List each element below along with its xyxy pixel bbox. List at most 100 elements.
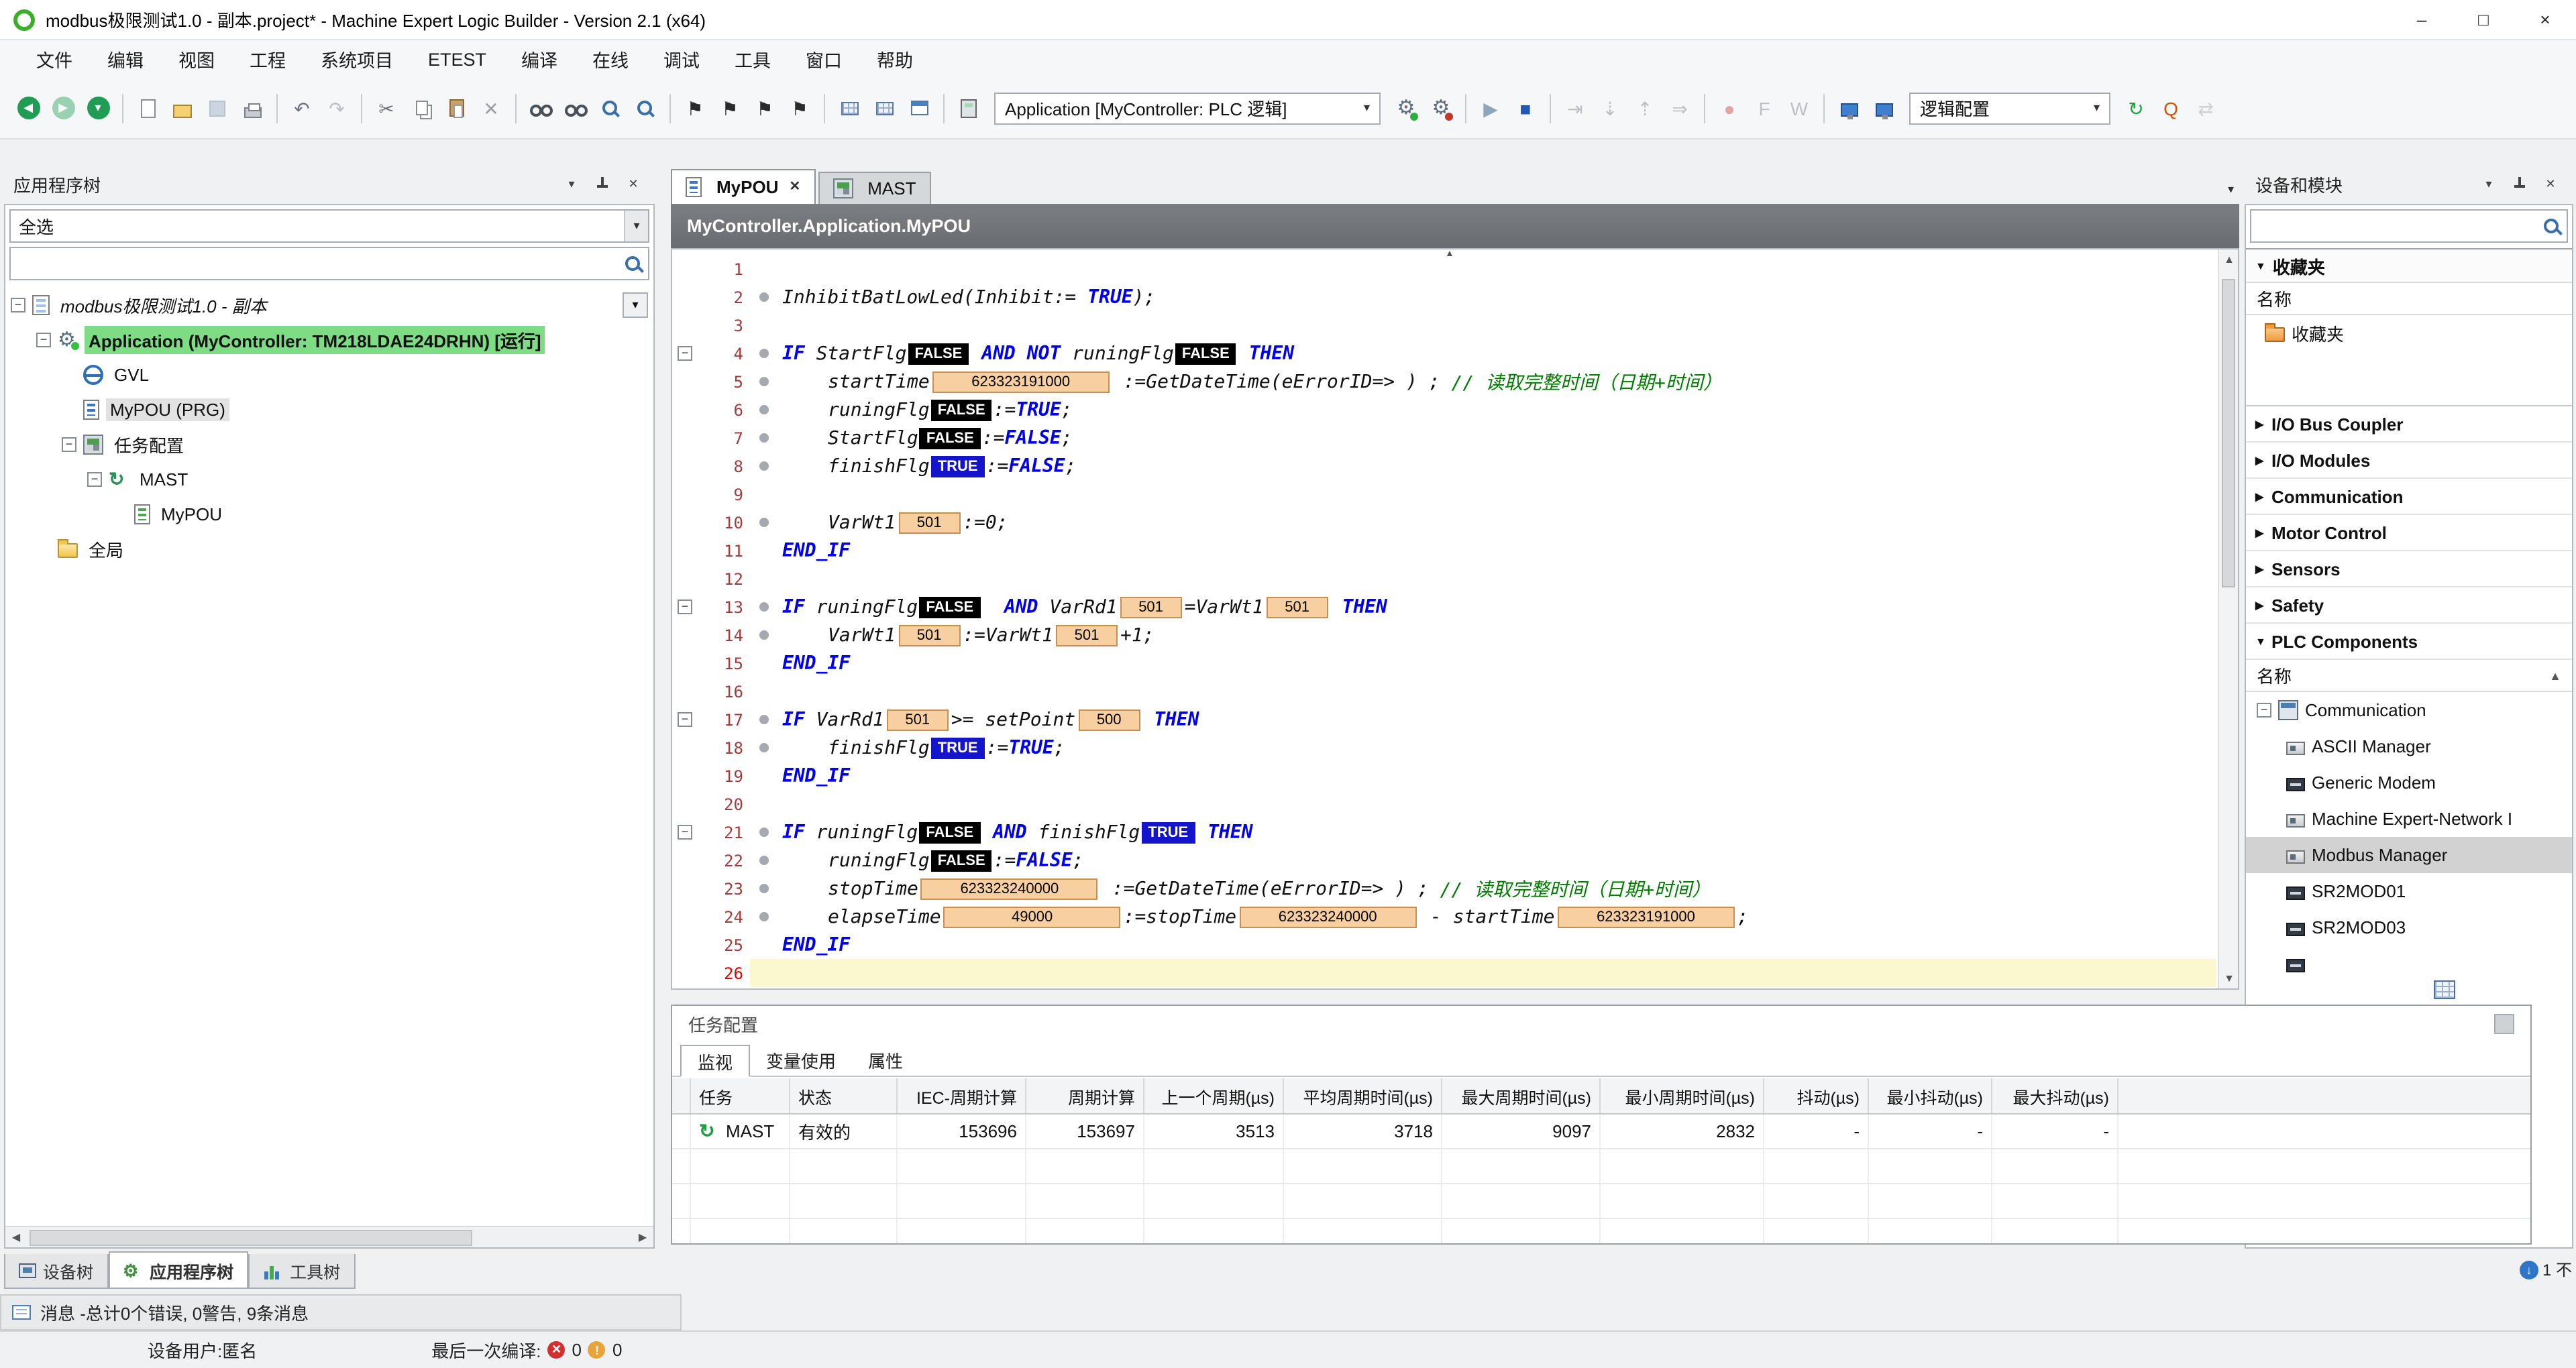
- corner-status-badge[interactable]: ↓ 1 不: [2520, 1258, 2572, 1281]
- step-into-button[interactable]: ⇣: [1594, 92, 1626, 124]
- replace-button[interactable]: [594, 92, 627, 124]
- minimize-button[interactable]: –: [2391, 0, 2453, 40]
- category-motor-control[interactable]: ▶Motor Control: [2246, 515, 2572, 551]
- watch-empty-row-2[interactable]: [672, 1219, 2530, 1243]
- code-text[interactable]: startTime623323191000 :=GetDateTime(eErr…: [777, 368, 1722, 395]
- code-text[interactable]: finishFlgTRUE:=TRUE;: [777, 737, 1065, 758]
- logout-button[interactable]: [1425, 92, 1457, 124]
- panel-dropdown-icon[interactable]: ▾: [559, 172, 584, 196]
- value-box[interactable]: 500: [1078, 709, 1140, 730]
- breakpoint-dot[interactable]: [759, 602, 768, 612]
- tree-item-application[interactable]: −Application (MyController: TM218LDAE24D…: [5, 322, 653, 357]
- watch-column-9[interactable]: 最小抖动(µs): [1869, 1078, 1992, 1113]
- nav-back-button[interactable]: ◀: [12, 92, 44, 124]
- horizontal-scrollbar[interactable]: ◀ ▶: [5, 1226, 653, 1247]
- breakpoint-dot[interactable]: [759, 518, 768, 527]
- value-box[interactable]: 623323240000: [1239, 906, 1416, 927]
- device-item-sr2mod03[interactable]: SR2MOD03: [2246, 909, 2572, 946]
- breakpoint-dot[interactable]: [759, 405, 768, 414]
- fold-collapse-icon[interactable]: −: [678, 712, 692, 727]
- message-bar[interactable]: 消息 -总计0个错误, 0警告, 9条消息: [0, 1294, 682, 1330]
- menu-item-3[interactable]: 工程: [232, 40, 303, 78]
- tree-item-mast[interactable]: −MAST: [5, 461, 653, 496]
- scroll-right-icon[interactable]: ▶: [632, 1227, 653, 1248]
- collapse-icon[interactable]: −: [36, 332, 51, 347]
- watch-column-0[interactable]: 任务: [691, 1078, 790, 1113]
- logic-config-combo[interactable]: 逻辑配置▾: [1909, 92, 2110, 124]
- code-text[interactable]: StartFlgFALSE:=FALSE;: [777, 427, 1073, 449]
- device-item-generic-modem[interactable]: Generic Modem: [2246, 764, 2572, 801]
- breakpoint-dot[interactable]: [759, 856, 768, 865]
- collapse-icon[interactable]: −: [87, 471, 102, 486]
- category-safety[interactable]: ▶Safety: [2246, 587, 2572, 624]
- watch-calculator-button[interactable]: [953, 92, 985, 124]
- code-text[interactable]: elapseTime49000:=stopTime623323240000 - …: [777, 906, 1748, 927]
- device-item-sr2mod01[interactable]: SR2MOD01: [2246, 873, 2572, 909]
- copy-grid-button[interactable]: [833, 92, 865, 124]
- value-box[interactable]: 623323191000: [1558, 906, 1735, 927]
- code-text[interactable]: runingFlgFALSE:=FALSE;: [777, 850, 1084, 871]
- code-text[interactable]: VarWt1501:=VarWt1501+1;: [777, 624, 1155, 646]
- row-selector[interactable]: [672, 1115, 691, 1148]
- watch-tab-0[interactable]: 监视: [680, 1045, 750, 1077]
- search-icon[interactable]: [624, 254, 643, 273]
- bool-false-box[interactable]: FALSE: [931, 850, 992, 871]
- login-button[interactable]: [1390, 92, 1422, 124]
- code-text[interactable]: VarWt1501:=0;: [777, 512, 1008, 533]
- left-tab-0[interactable]: 设备树: [4, 1254, 108, 1289]
- bool-true-box[interactable]: TRUE: [1141, 821, 1195, 843]
- bool-false-box[interactable]: FALSE: [919, 596, 980, 618]
- breakpoint-dot[interactable]: [759, 461, 768, 471]
- watch-column-3[interactable]: 周期计算: [1026, 1078, 1144, 1113]
- run-to-cursor-button[interactable]: ⇒: [1664, 92, 1696, 124]
- menu-item-5[interactable]: ETEST: [411, 40, 504, 78]
- tab-list-dropdown-icon[interactable]: ▾: [2228, 182, 2234, 197]
- menu-item-11[interactable]: 帮助: [859, 40, 930, 78]
- device-item-modbus-manager[interactable]: Modbus Manager: [2246, 837, 2572, 873]
- table-view-button[interactable]: [868, 92, 900, 124]
- value-box[interactable]: 49000: [944, 906, 1121, 927]
- collapse-icon[interactable]: −: [2257, 703, 2271, 718]
- code-text[interactable]: finishFlgTRUE:=FALSE;: [777, 455, 1077, 477]
- breakpoint-dot[interactable]: [759, 377, 768, 386]
- bool-true-box[interactable]: TRUE: [931, 455, 985, 477]
- tree-item-global-folder[interactable]: 全局: [5, 531, 653, 566]
- code-text[interactable]: IF StartFlgFALSE AND NOT runingFlgFALSE …: [777, 343, 1294, 364]
- paste-button[interactable]: [440, 92, 472, 124]
- watch-column-4[interactable]: 上一个周期(µs): [1144, 1078, 1284, 1113]
- menu-item-7[interactable]: 在线: [575, 40, 646, 78]
- category-plc-components[interactable]: ▼PLC Components: [2246, 624, 2572, 660]
- breakpoint-dot[interactable]: [759, 433, 768, 443]
- bookmark-next-button[interactable]: ⚑: [714, 92, 746, 124]
- find-button[interactable]: [525, 92, 557, 124]
- breakpoint-dot[interactable]: [759, 630, 768, 640]
- menu-item-2[interactable]: 视图: [161, 40, 232, 78]
- code-text[interactable]: runingFlgFALSE:=TRUE;: [777, 399, 1073, 420]
- new-window-button[interactable]: [903, 92, 935, 124]
- scroll-up-icon[interactable]: ▲: [2219, 249, 2239, 270]
- code-text[interactable]: END_IF: [777, 540, 850, 561]
- tree-item-dropdown[interactable]: ▾: [623, 292, 648, 317]
- watch-empty-row-1[interactable]: [672, 1184, 2530, 1219]
- chevron-down-icon[interactable]: ▾: [624, 211, 648, 241]
- watch-column-7[interactable]: 最小周期时间(µs): [1601, 1078, 1764, 1113]
- new-file-button[interactable]: [131, 92, 164, 124]
- breakpoint-dot[interactable]: [759, 743, 768, 752]
- scroll-down-icon[interactable]: ▼: [2219, 968, 2239, 988]
- open-project-button[interactable]: [166, 92, 199, 124]
- step-over-button[interactable]: ⇥: [1559, 92, 1591, 124]
- active-application-combo[interactable]: Application [MyController: PLC 逻辑]▾: [994, 92, 1381, 124]
- category-io-bus-coupler[interactable]: ▶I/O Bus Coupler: [2246, 406, 2572, 443]
- favorites-name-column-header[interactable]: 名称: [2246, 283, 2572, 315]
- close-icon[interactable]: ✕: [2538, 172, 2563, 196]
- tree-item-project[interactable]: −modbus极限测试1.0 - 副本▾: [5, 287, 653, 322]
- watch-tab-2[interactable]: 属性: [852, 1043, 919, 1076]
- bool-false-box[interactable]: FALSE: [919, 821, 980, 843]
- scrollbar-thumb[interactable]: [30, 1229, 472, 1245]
- editor-tab-mast[interactable]: MAST: [818, 172, 930, 204]
- watch-column-10[interactable]: 最大抖动(µs): [1992, 1078, 2118, 1113]
- bool-false-box[interactable]: FALSE: [1175, 343, 1236, 364]
- value-box[interactable]: 623323191000: [932, 371, 1110, 392]
- print-button[interactable]: [236, 92, 268, 124]
- menu-item-9[interactable]: 工具: [717, 40, 788, 78]
